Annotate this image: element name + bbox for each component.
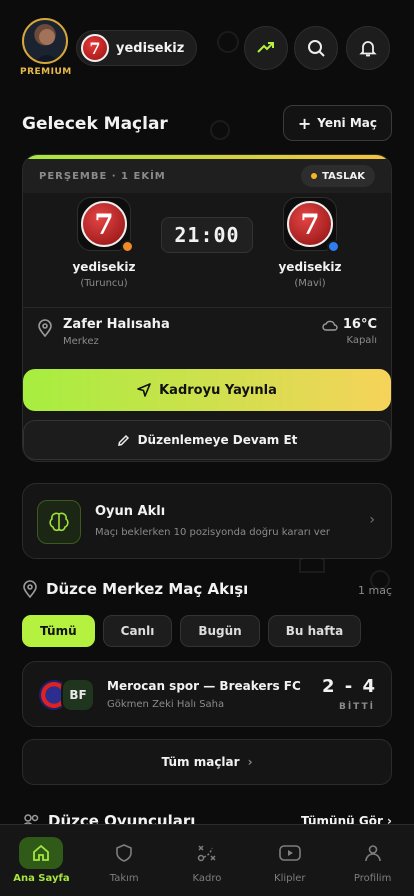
away-team-badge: 7: [283, 197, 340, 253]
game-mind-title: Oyun Aklı: [95, 504, 166, 519]
chevron-right-icon: ›: [247, 755, 253, 769]
home-team: 7 yedisekiz (Turuncu): [49, 197, 159, 289]
feed-match-name: Merocan spor — Breakers FC: [107, 679, 301, 693]
brain-icon: [49, 512, 69, 532]
status-label: TASLAK: [322, 170, 365, 182]
play-icon: [268, 837, 312, 869]
away-team-name: yedisekiz: [278, 260, 342, 274]
divider: [23, 307, 391, 308]
team-switcher[interactable]: 7 yedisekiz: [76, 30, 198, 66]
match-date: PERŞEMBE · 1 EKİM: [39, 170, 166, 182]
pencil-icon: [117, 434, 129, 446]
tab-profile[interactable]: Profilim: [331, 825, 414, 896]
cloud-icon: [322, 320, 338, 331]
shield-icon: [102, 837, 146, 869]
tab-lineup[interactable]: Kadro: [166, 825, 249, 896]
trending-button[interactable]: [244, 26, 288, 70]
new-match-label: Yeni Maç: [317, 116, 377, 130]
status-badge: TASLAK: [301, 165, 375, 187]
filter-this-week[interactable]: Bu hafta: [267, 615, 362, 647]
continue-editing-label: Düzenlemeye Devam Et: [137, 433, 298, 447]
temperature: 16°C: [342, 317, 377, 332]
tab-team[interactable]: Takım: [83, 825, 166, 896]
away-team: 7 yedisekiz (Mavi): [255, 197, 365, 289]
home-team-badge: 7: [77, 197, 134, 253]
search-button[interactable]: [294, 26, 338, 70]
header: PREMIUM 7 yedisekiz: [20, 18, 394, 80]
profile-avatar-block[interactable]: PREMIUM: [20, 18, 72, 77]
publish-lineup-button[interactable]: Kadroyu Yayınla: [23, 369, 391, 411]
send-icon: [137, 383, 151, 397]
home-icon: [19, 837, 64, 869]
kickoff-time: 21:00: [161, 217, 253, 253]
tab-label: Profilim: [353, 873, 392, 884]
home-team-color: (Turuncu): [80, 278, 128, 289]
match-feed-header: Düzce Merkez Maç Akışı: [22, 580, 248, 598]
publish-lineup-label: Kadroyu Yayınla: [159, 382, 277, 398]
tactics-icon: [185, 837, 229, 869]
match-feed-title: Düzce Merkez Maç Akışı: [46, 580, 249, 598]
feed-match-score: 2 - 4: [321, 676, 377, 697]
search-icon: [308, 40, 325, 57]
feed-match-status: BİTTİ: [338, 702, 375, 712]
feed-match-venue: Gökmen Zeki Halı Saha: [107, 699, 225, 710]
location-pin-icon: [38, 319, 52, 337]
chevron-right-icon: ›: [369, 512, 375, 528]
feed-match-row[interactable]: BF Merocan spor — Breakers FC Gökmen Zek…: [22, 661, 392, 727]
team-badge-icon: 7: [81, 201, 127, 247]
filter-live[interactable]: Canlı: [102, 615, 173, 647]
avatar[interactable]: [22, 18, 68, 64]
status-dot-icon: [311, 173, 318, 179]
location-pin-icon: [23, 580, 37, 598]
team-logos: BF: [39, 678, 99, 712]
brain-icon-box: [37, 500, 81, 544]
new-match-button[interactable]: + Yeni Maç: [282, 105, 392, 141]
breakers-logo-icon: BF: [61, 678, 95, 712]
all-matches-button[interactable]: Tüm maçlar ›: [22, 739, 392, 785]
premium-label: PREMIUM: [20, 67, 72, 77]
weather-condition: Kapalı: [346, 335, 377, 346]
team-name: yedisekiz: [116, 40, 185, 56]
match-count: 1 maç: [358, 584, 392, 597]
game-mind-card[interactable]: Oyun Aklı Maçı beklerken 10 pozisyonda d…: [22, 483, 392, 559]
card-header: PERŞEMBE · 1 EKİM TASLAK: [23, 159, 391, 193]
upcoming-matches-title: Gelecek Maçlar: [22, 114, 168, 134]
plus-icon: +: [297, 113, 312, 133]
team-color-dot-icon: [121, 240, 134, 253]
feed-filters: Tümü Canlı Bugün Bu hafta: [22, 615, 362, 647]
tab-bar: Ana Sayfa Takım Kadro Klipler Profilim: [0, 824, 414, 896]
tab-label: Takım: [109, 873, 139, 884]
tab-home[interactable]: Ana Sayfa: [0, 825, 83, 896]
away-team-color: (Mavi): [294, 278, 326, 289]
home-team-name: yedisekiz: [72, 260, 136, 274]
match-card[interactable]: PERŞEMBE · 1 EKİM TASLAK 7 yedisekiz (Tu…: [22, 154, 392, 462]
weather: 16°C Kapalı: [322, 317, 377, 346]
filter-today[interactable]: Bugün: [180, 615, 260, 647]
user-icon: [351, 837, 395, 869]
venue: Zafer Halısaha Merkez: [37, 317, 170, 347]
game-mind-subtitle: Maçı beklerken 10 pozisyonda doğru karar…: [95, 527, 330, 538]
filter-all[interactable]: Tümü: [22, 615, 95, 647]
tab-label: Kadro: [192, 873, 222, 884]
trending-up-icon: [257, 42, 274, 53]
venue-area: Merkez: [63, 336, 99, 347]
team-color-dot-icon: [327, 240, 340, 253]
team-badge-icon: 7: [81, 34, 109, 62]
team-badge-icon: 7: [287, 201, 333, 247]
venue-name: Zafer Halısaha: [63, 317, 170, 332]
tab-clips[interactable]: Klipler: [248, 825, 331, 896]
notifications-button[interactable]: [346, 26, 390, 70]
avatar-photo: [35, 29, 59, 62]
all-matches-label: Tüm maçlar: [161, 755, 240, 769]
tab-label: Ana Sayfa: [13, 873, 70, 884]
continue-editing-button[interactable]: Düzenlemeye Devam Et: [23, 420, 391, 460]
tab-label: Klipler: [274, 873, 306, 884]
bell-icon: [359, 41, 377, 57]
